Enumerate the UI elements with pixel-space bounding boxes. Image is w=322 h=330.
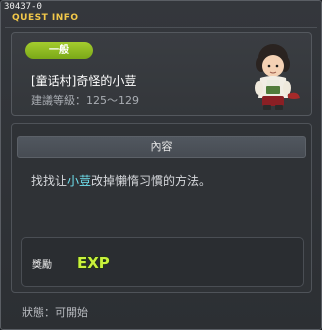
title-divider (5, 27, 317, 28)
quest-category-badge: 一般 (25, 42, 93, 59)
content-header: 內容 (17, 136, 306, 158)
reward-label: 獎勵 (32, 260, 52, 271)
exp-icon-text: EXP (77, 254, 110, 272)
description-text-before: 找找让 (31, 174, 68, 188)
window-title: QUEST INFO (12, 13, 79, 23)
description-text-after: 改掉懶惰习慣的方法。 (91, 174, 212, 188)
reward-box: 獎勵 EXP (21, 237, 304, 287)
npc-name-highlight: 小荳 (67, 174, 92, 188)
quest-status: 狀態：可開始 (22, 306, 88, 319)
quest-summary-card: 一般 [童话村]奇怪的小荳 建議等級：125～129 (11, 32, 312, 116)
recommended-level: 建議等級：125～129 (31, 94, 139, 107)
npc-portrait (255, 44, 300, 110)
quest-description: 找找让小荳改掉懶惰习慣的方法。 (31, 172, 211, 189)
content-panel: 內容 找找让小荳改掉懶惰习慣的方法。 獎勵 EXP (11, 123, 312, 293)
exp-icon: EXP (76, 253, 110, 272)
quest-info-window: 30437-0 QUEST INFO 一般 [童话村]奇怪的小荳 建議等級：12… (0, 0, 322, 330)
quest-id: 30437-0 (4, 2, 42, 12)
quest-name: [童话村]奇怪的小荳 (31, 74, 137, 88)
